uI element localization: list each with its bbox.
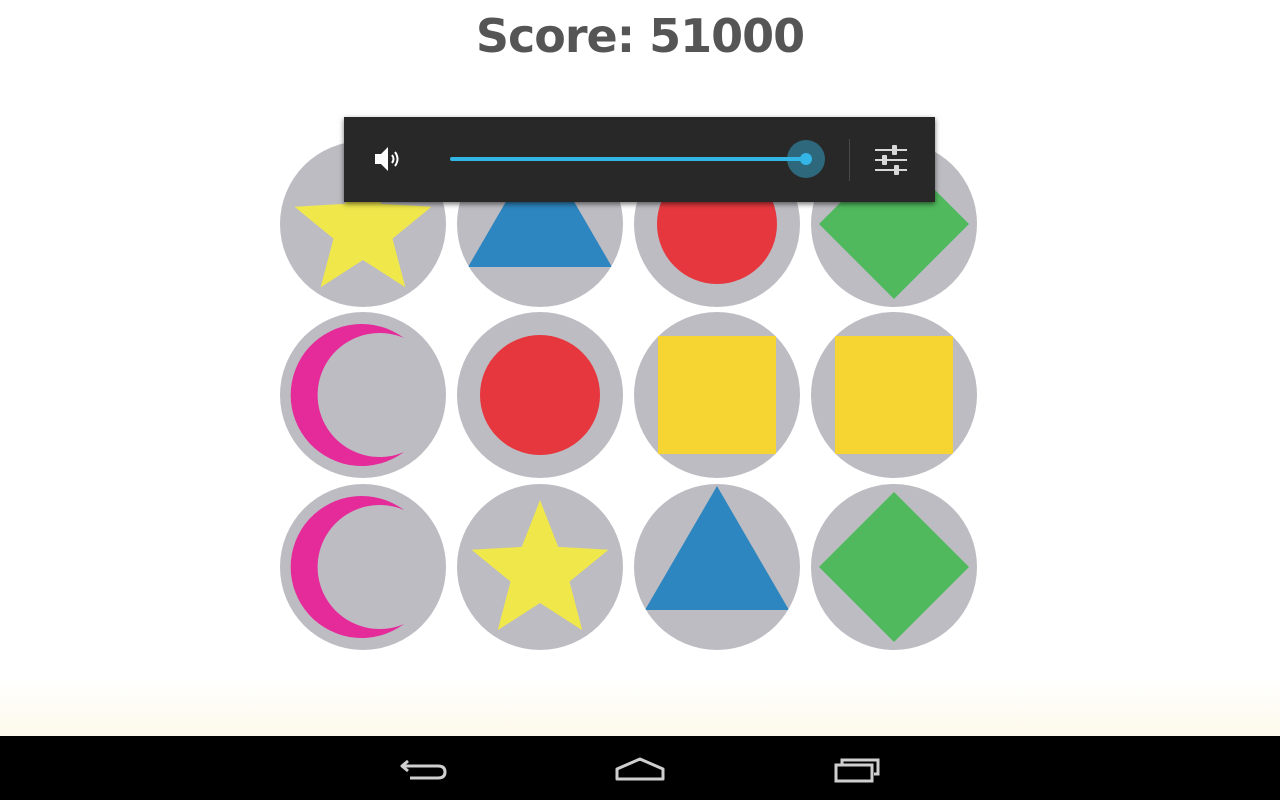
square-shape (835, 336, 953, 454)
recent-apps-icon (834, 758, 880, 783)
tile-circle[interactable] (457, 312, 623, 478)
diamond-shape (819, 492, 969, 642)
square-shape (658, 336, 776, 454)
navigation-bar (0, 736, 1280, 800)
square-icon (835, 336, 953, 454)
back-arrow-icon (400, 759, 447, 780)
star-icon (471, 500, 609, 631)
volume-slider-thumb[interactable] (787, 140, 825, 178)
tile-triangle[interactable] (634, 484, 800, 650)
score-label: Score: 51000 (475, 9, 805, 63)
volume-panel (344, 117, 935, 202)
sliders-icon[interactable] (872, 143, 910, 177)
tile-square[interactable] (811, 312, 977, 478)
home-icon (615, 757, 665, 781)
circle-icon (480, 335, 600, 455)
circle-shape (480, 335, 600, 455)
star-shape (471, 500, 609, 631)
moon-icon (290, 324, 404, 466)
recent-apps-button[interactable] (828, 752, 888, 784)
tile-diamond[interactable] (811, 484, 977, 650)
divider (849, 139, 850, 181)
diamond-icon (819, 492, 969, 642)
back-button[interactable] (394, 752, 454, 784)
tile-square[interactable] (634, 312, 800, 478)
tile-moon[interactable] (280, 312, 446, 478)
moon-shape (290, 324, 404, 466)
home-button[interactable] (610, 752, 670, 784)
square-icon (658, 336, 776, 454)
moon-shape (290, 496, 404, 638)
triangle-shape (645, 486, 789, 610)
tile-moon[interactable] (280, 484, 446, 650)
triangle-icon (645, 486, 789, 610)
speaker-icon[interactable] (372, 143, 404, 175)
volume-slider[interactable] (450, 140, 825, 178)
moon-icon (290, 496, 404, 638)
tile-star[interactable] (457, 484, 623, 650)
game-screen: Score: 51000 (0, 0, 1280, 736)
